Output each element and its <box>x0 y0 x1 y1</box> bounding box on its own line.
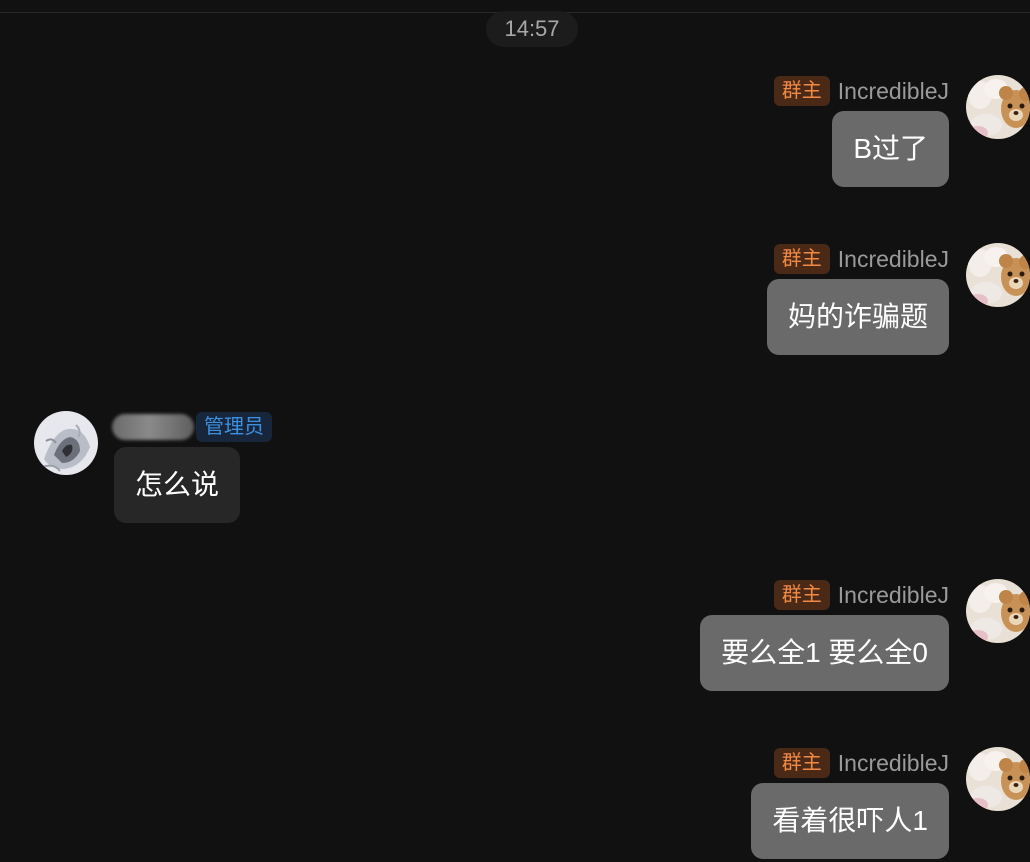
message-bubble[interactable]: 看着很吓人1 <box>751 783 949 859</box>
message-meta: 管理员 <box>112 411 272 443</box>
redacted-sender-name <box>112 414 194 440</box>
sender-name[interactable]: IncredibleJ <box>838 78 949 105</box>
teddy-bear-avatar[interactable] <box>966 243 1030 307</box>
sender-name[interactable]: IncredibleJ <box>838 750 949 777</box>
message-bubble[interactable]: 要么全1 要么全0 <box>700 615 949 691</box>
monochrome-avatar-icon <box>34 411 98 475</box>
sender-name[interactable]: IncredibleJ <box>838 246 949 273</box>
message-meta: 群主 IncredibleJ <box>773 579 949 611</box>
teddy-bear-avatar[interactable] <box>966 75 1030 139</box>
message-meta: 群主 IncredibleJ <box>773 747 949 779</box>
teddy-bear-avatar[interactable] <box>966 747 1030 811</box>
teddy-bear-avatar-icon <box>966 243 1030 307</box>
message-bubble[interactable]: 妈的诈骗题 <box>766 279 949 355</box>
owner-badge: 群主 <box>773 748 830 778</box>
owner-badge: 群主 <box>773 244 830 274</box>
teddy-bear-avatar-icon <box>966 747 1030 811</box>
admin-badge: 管理员 <box>196 412 272 442</box>
teddy-bear-avatar[interactable] <box>966 579 1030 643</box>
message-bubble[interactable]: 怎么说 <box>114 447 241 523</box>
timestamp-pill: 14:57 <box>486 11 578 47</box>
teddy-bear-avatar-icon <box>966 579 1030 643</box>
owner-badge: 群主 <box>773 580 830 610</box>
teddy-bear-avatar-icon <box>966 75 1030 139</box>
owner-badge: 群主 <box>773 76 830 106</box>
message-meta: 群主 IncredibleJ <box>773 243 949 275</box>
sender-name[interactable]: IncredibleJ <box>838 582 949 609</box>
message-meta: 群主 IncredibleJ <box>773 75 949 107</box>
monochrome-avatar[interactable] <box>34 411 98 475</box>
message-bubble[interactable]: B过了 <box>832 111 949 187</box>
